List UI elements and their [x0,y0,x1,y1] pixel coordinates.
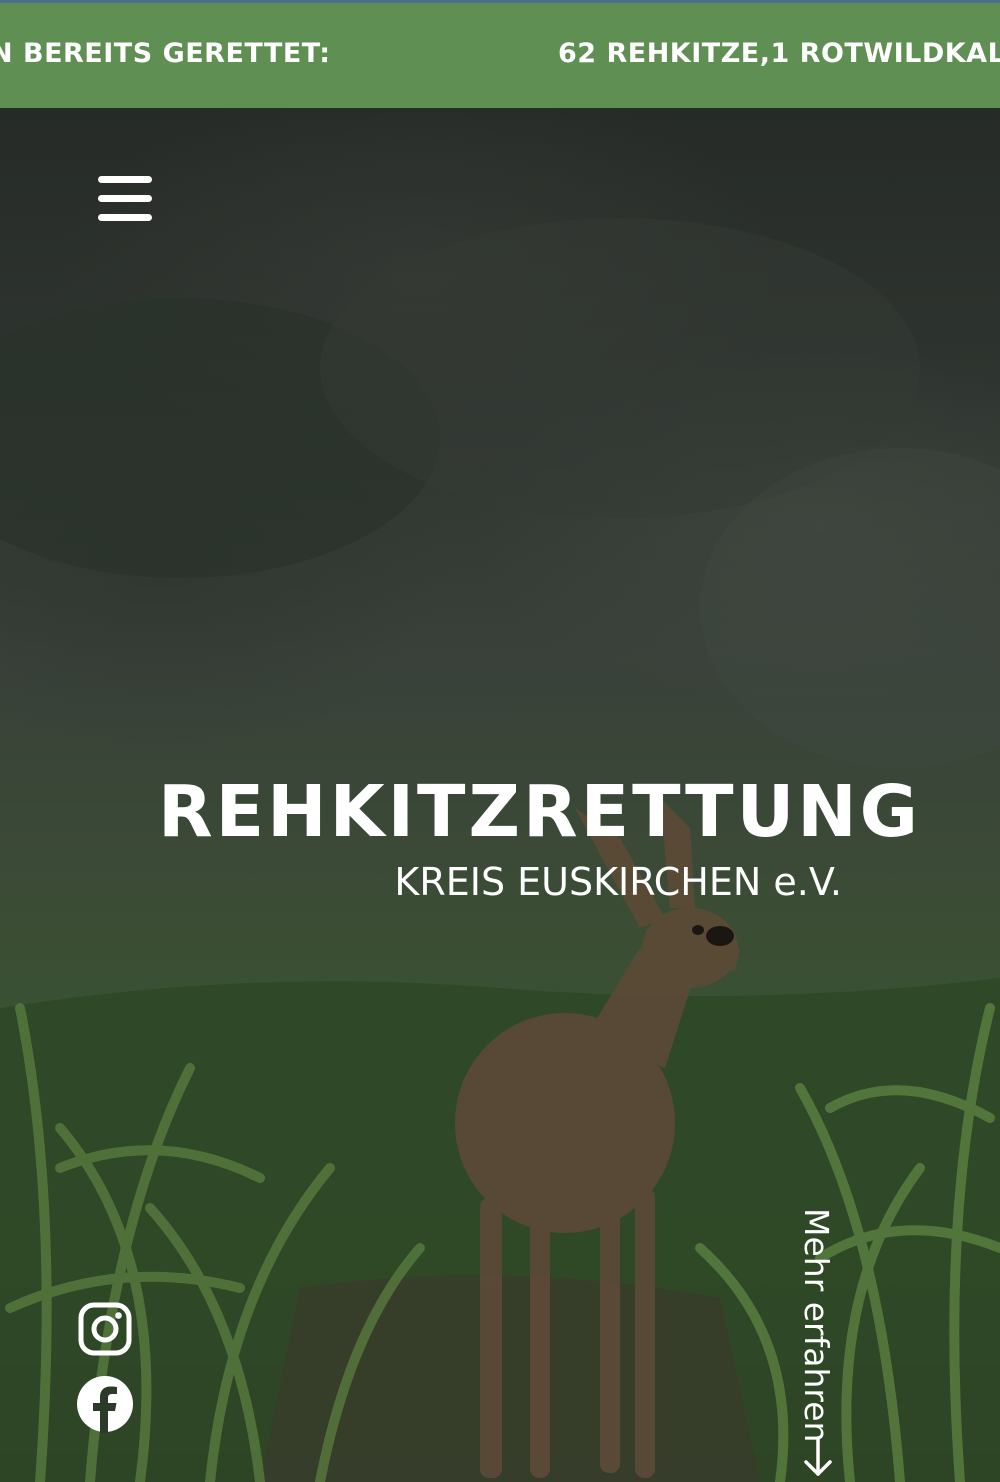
ticker-segment: N BEREITS GERETTET: [0,38,331,69]
hero-title: REHKITZRETTUNG [158,770,921,853]
menu-bar [98,176,152,183]
rescue-counter-ticker: N BEREITS GERETTET: 62 REHKITZE,1 ROTWIL… [0,0,1000,108]
menu-bar [98,195,152,202]
more-info-label: Mehr erfahren [797,1208,836,1443]
hamburger-menu-icon[interactable] [98,176,154,224]
arrow-down-icon [804,1436,832,1476]
page: N BEREITS GERETTET: 62 REHKITZE,1 ROTWIL… [0,0,1000,1482]
ticker-segment: 62 REHKITZE,1 ROTWILDKALB,2 [558,38,1000,69]
facebook-icon[interactable] [76,1375,134,1433]
instagram-icon[interactable] [78,1302,132,1356]
more-info-link[interactable]: Mehr erfahren [797,1208,837,1478]
menu-bar [98,214,152,221]
hero-subtitle: KREIS EUSKIRCHEN e.V. [394,860,842,904]
